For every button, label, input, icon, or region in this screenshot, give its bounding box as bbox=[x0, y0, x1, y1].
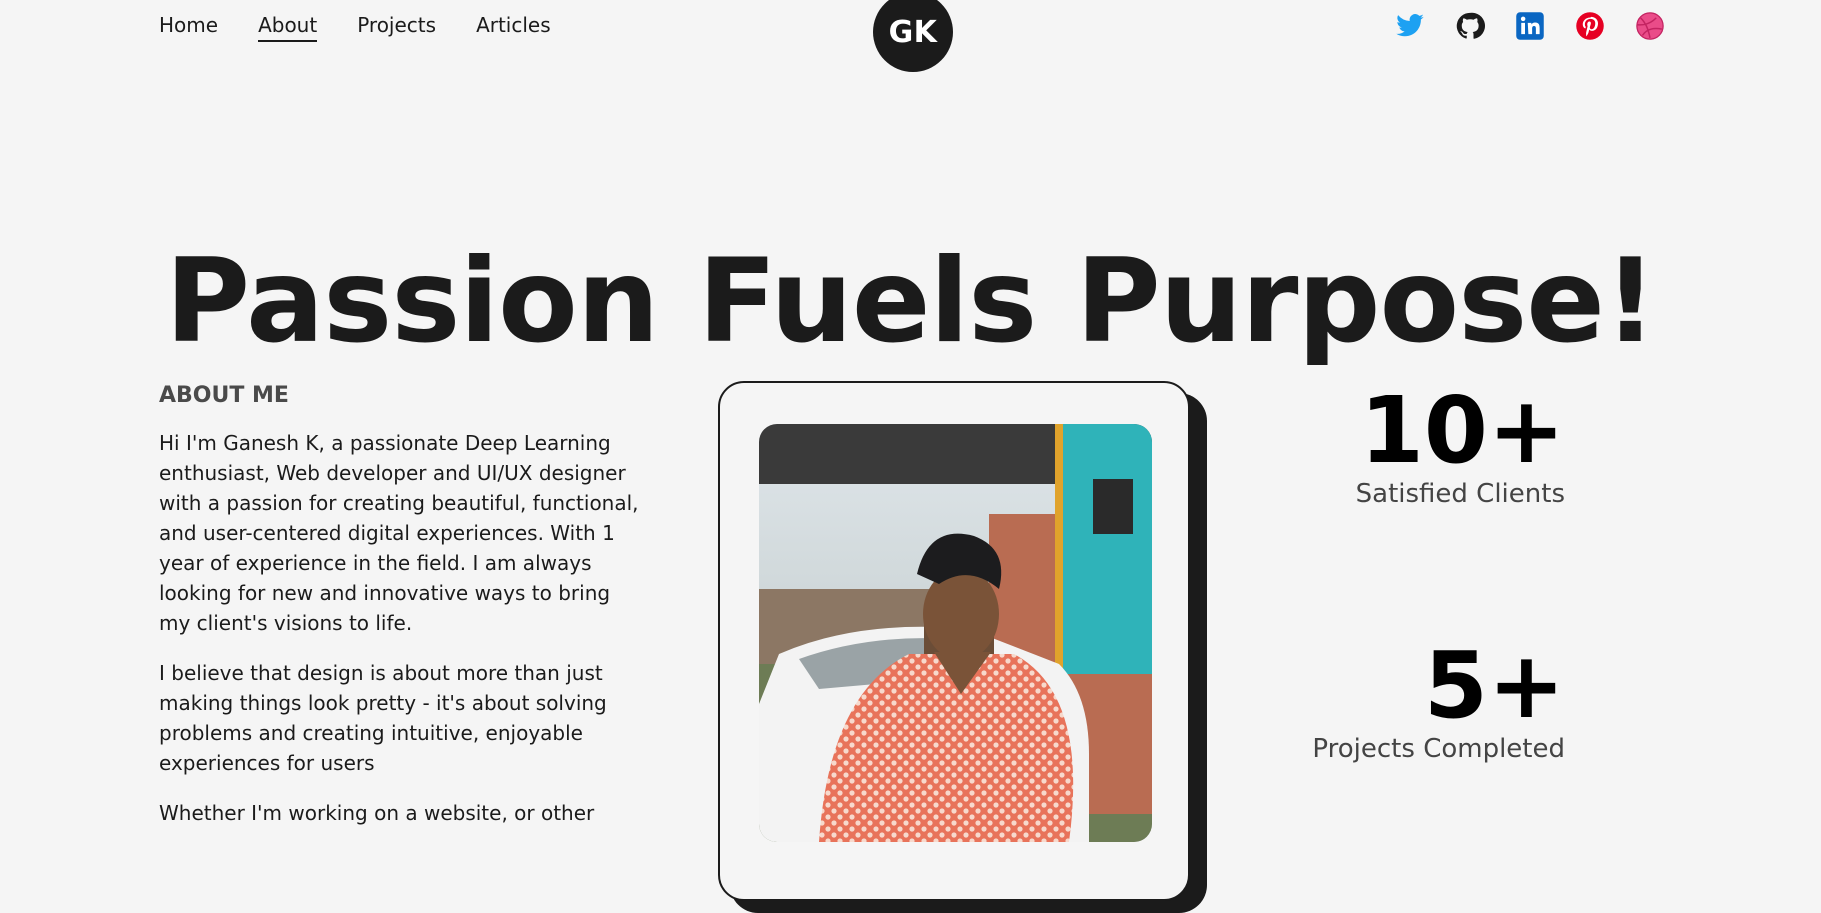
about-heading: ABOUT ME bbox=[159, 383, 289, 408]
dribbble-icon bbox=[1636, 12, 1664, 40]
top-navbar: Home About Projects Articles GK bbox=[0, 0, 1821, 75]
profile-photo-illustration bbox=[759, 424, 1152, 842]
nav-link-projects[interactable]: Projects bbox=[357, 13, 436, 42]
twitter-icon bbox=[1396, 14, 1424, 37]
pinterest-link[interactable] bbox=[1575, 11, 1605, 41]
github-link[interactable] bbox=[1455, 11, 1485, 41]
nav-link-home[interactable]: Home bbox=[159, 13, 218, 42]
linkedin-icon bbox=[1516, 12, 1544, 40]
stat-clients-value: 10+ bbox=[1359, 377, 1565, 484]
stat-clients-label: Satisfied Clients bbox=[1355, 479, 1565, 509]
nav-links: Home About Projects Articles bbox=[159, 13, 551, 42]
profile-photo bbox=[759, 424, 1152, 842]
stat-clients: 10+ Satisfied Clients bbox=[1355, 377, 1565, 510]
stat-projects-value: 5+ bbox=[1423, 632, 1565, 739]
about-paragraph-3: Whether I'm working on a website, or oth… bbox=[159, 801, 595, 825]
hero-title: Passion Fuels Purpose! bbox=[165, 233, 1657, 369]
nav-link-articles[interactable]: Articles bbox=[476, 13, 551, 42]
pinterest-icon bbox=[1576, 12, 1604, 40]
stat-projects: 5+ Projects Completed bbox=[1312, 632, 1565, 765]
github-icon bbox=[1456, 12, 1485, 39]
linkedin-link[interactable] bbox=[1515, 11, 1545, 41]
about-paragraph-2: I believe that design is about more than… bbox=[159, 661, 607, 775]
social-links bbox=[1395, 11, 1665, 41]
stat-projects-label: Projects Completed bbox=[1312, 734, 1565, 764]
about-section: ABOUT ME Hi I'm Ganesh K, a passionate D… bbox=[159, 383, 639, 848]
twitter-link[interactable] bbox=[1395, 11, 1425, 41]
about-paragraph-1: Hi I'm Ganesh K, a passionate Deep Learn… bbox=[159, 431, 639, 635]
dribbble-link[interactable] bbox=[1635, 11, 1665, 41]
nav-link-about[interactable]: About bbox=[258, 13, 318, 42]
site-logo[interactable]: GK bbox=[873, 0, 953, 72]
logo-text: GK bbox=[888, 14, 938, 50]
